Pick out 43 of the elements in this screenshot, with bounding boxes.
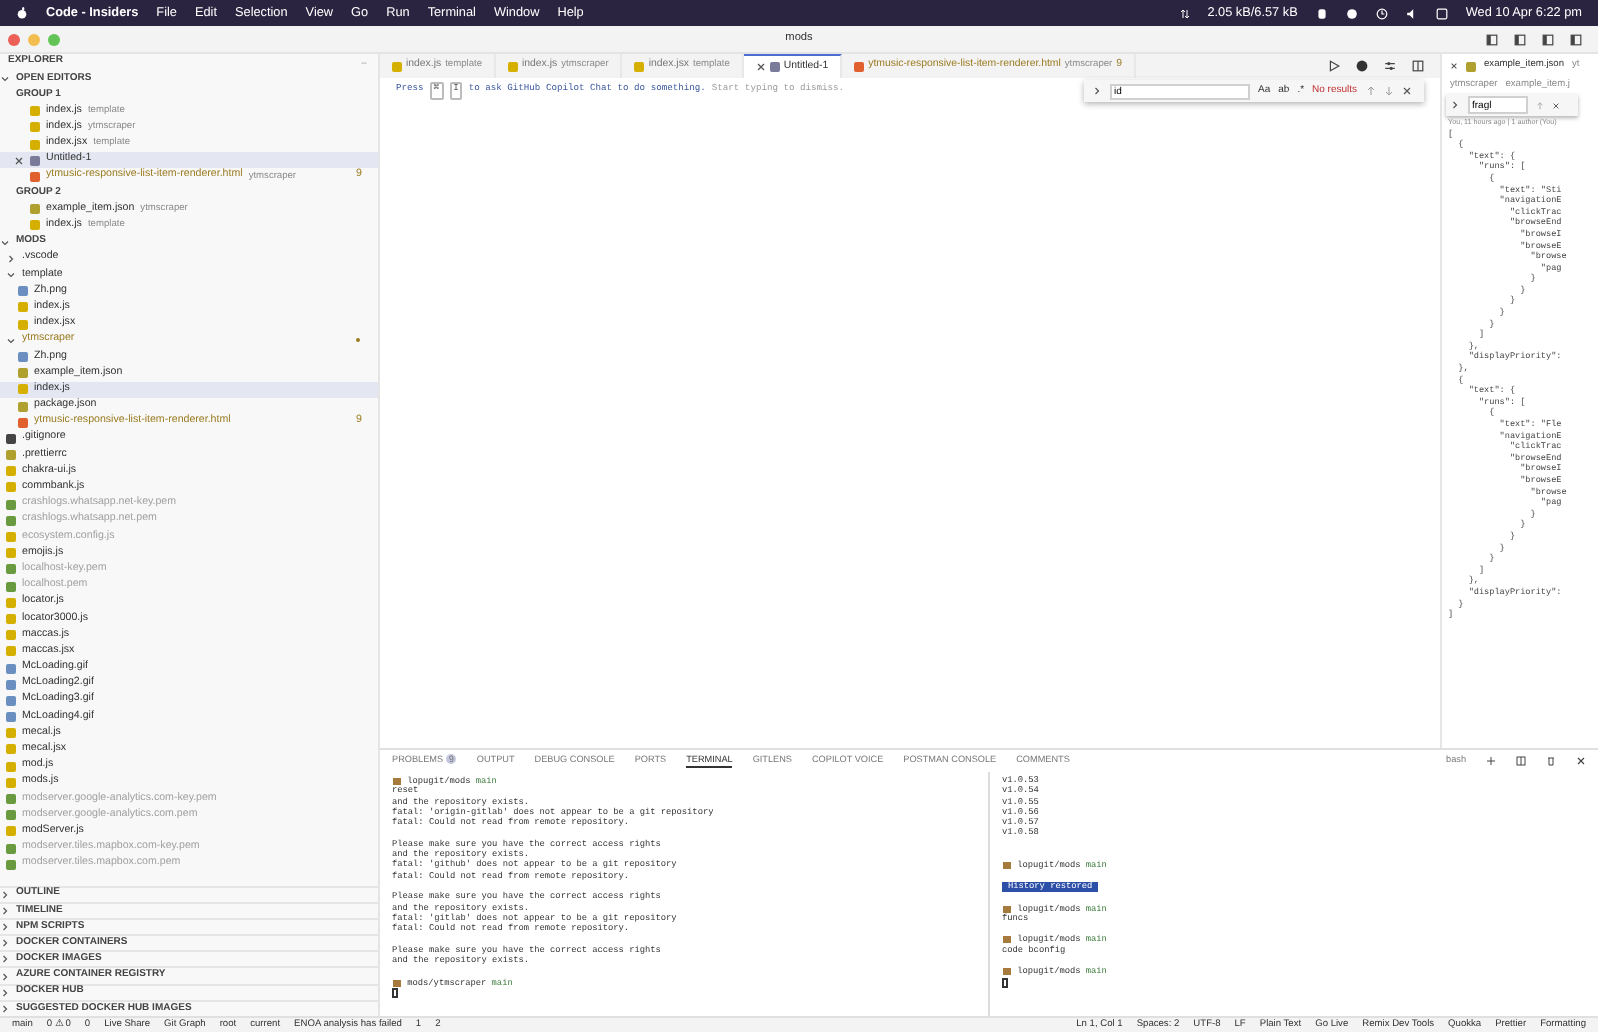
file-icon <box>508 61 518 71</box>
terminal-cursor <box>392 987 398 998</box>
panel-toggle-icon[interactable] <box>1514 33 1526 45</box>
trash-icon[interactable] <box>1546 756 1556 766</box>
chevron-icon <box>0 73 10 84</box>
settings-icon[interactable] <box>1384 60 1396 72</box>
package-icon <box>392 776 402 786</box>
file-icon <box>854 61 865 71</box>
package-icon <box>1002 966 1012 977</box>
layout-icon[interactable] <box>1570 33 1582 45</box>
file-icon <box>769 62 780 72</box>
terminal-cursor <box>1002 977 1008 988</box>
clock-icon[interactable] <box>1375 7 1388 19</box>
chevron-icon <box>1092 86 1102 96</box>
file-icon <box>634 61 645 71</box>
package-icon <box>1002 860 1012 871</box>
close-icon[interactable] <box>1401 86 1412 96</box>
sidebar-toggle-icon[interactable] <box>1486 33 1498 45</box>
run-icon[interactable] <box>1328 60 1340 72</box>
arrow-up-icon[interactable] <box>1365 86 1376 96</box>
network-icon <box>1179 7 1190 19</box>
split-icon[interactable] <box>1516 756 1526 766</box>
package-icon <box>1002 934 1012 945</box>
close-icon[interactable] <box>1576 756 1586 766</box>
package-icon <box>1002 903 1012 914</box>
apple-icon <box>16 6 28 20</box>
chevron-icon <box>1450 100 1460 111</box>
arrow-down-icon[interactable] <box>1383 86 1394 96</box>
file-icon <box>1466 61 1476 71</box>
chevron-icon <box>0 237 10 248</box>
speaker-icon[interactable] <box>1405 7 1418 19</box>
image-icon <box>18 351 28 362</box>
split-icon[interactable] <box>1542 33 1554 45</box>
close-button[interactable] <box>8 33 20 45</box>
close-icon[interactable] <box>1552 101 1560 110</box>
file-icon <box>392 61 402 71</box>
plus-icon[interactable] <box>1486 756 1496 766</box>
package-icon <box>392 977 402 988</box>
split-editor-icon[interactable] <box>1412 60 1424 72</box>
close-icon[interactable] <box>1450 62 1458 70</box>
close-icon[interactable] <box>14 155 24 166</box>
close-icon[interactable] <box>755 62 766 72</box>
image-icon <box>18 286 28 297</box>
